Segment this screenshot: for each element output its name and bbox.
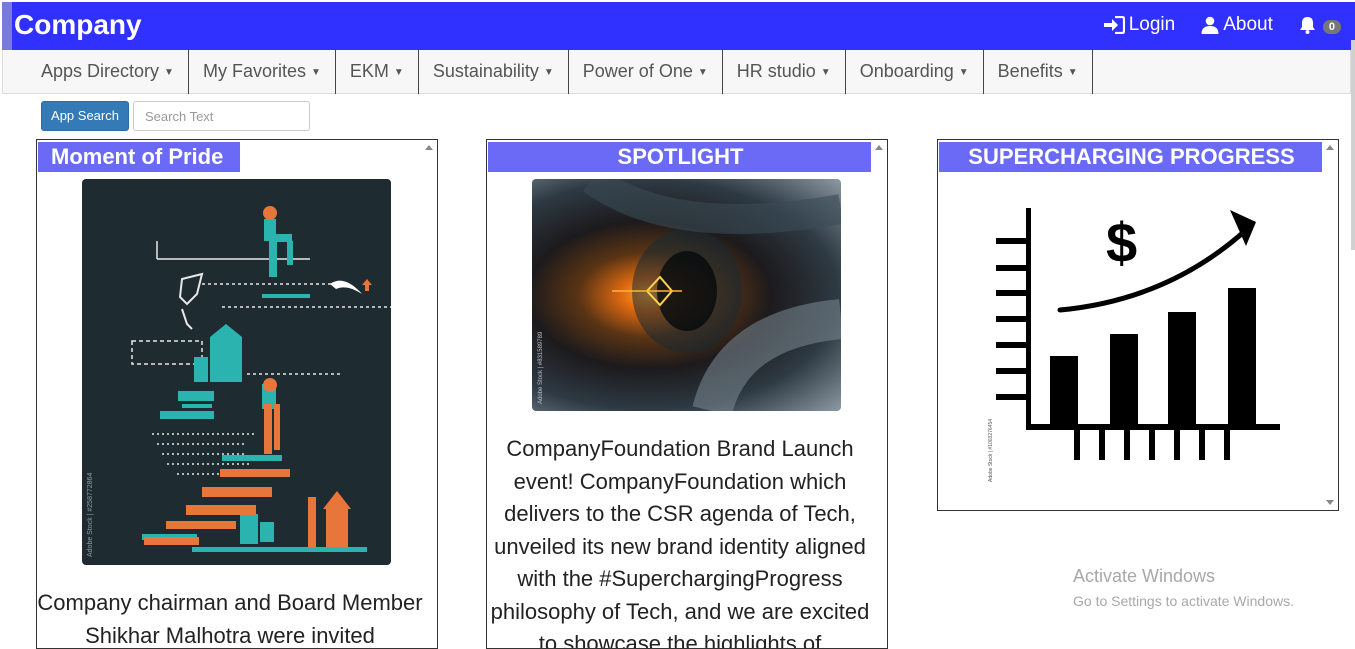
scroll-up-icon [1326,145,1334,150]
spotlight-text: CompanyFoundation Brand Launch event! Co… [490,436,870,649]
panel-scrollbar[interactable] [871,140,887,648]
spotlight-panel: SPOTLIGHT Adobe Stock | #831589789 Compa… [486,139,888,649]
caret-down-icon: ▼ [164,67,174,78]
caret-down-icon: ▼ [820,67,831,78]
progress-chart-illustration: $ Adobe Stock | #1003276454 [968,190,1298,490]
menu-onboarding[interactable]: Onboarding ▼ [846,50,984,94]
scroll-up-icon [425,145,433,150]
bell-icon [1299,16,1316,34]
app-search-button[interactable]: App Search [41,101,129,131]
menu-hr-studio[interactable]: HR studio ▼ [723,50,846,94]
notification-badge: 0 [1322,20,1341,34]
scroll-down-icon [1326,500,1334,505]
menu-my-favorites[interactable]: My Favorites ▼ [189,50,336,94]
login-link[interactable]: Login [1103,14,1176,36]
notifications-button[interactable]: 0 [1299,16,1341,34]
panel-title: Moment of Pride [38,142,240,172]
menu-apps-directory[interactable]: Apps Directory ▼ [27,50,189,94]
about-link[interactable]: About [1201,14,1273,36]
caret-down-icon: ▼ [1067,67,1078,78]
top-nav-links: Login About 0 [1103,14,1341,36]
top-navbar: Company Login About 0 [2,2,1355,50]
menu-list: Apps Directory ▼ My Favorites ▼ EKM ▼ Susta… [27,50,1093,94]
panel-title: SPOTLIGHT [488,142,873,172]
menu-ekm[interactable]: EKM ▼ [336,50,419,94]
progress-stock-id: Adobe Stock | #1003276454 [988,419,994,482]
caret-down-icon: ▼ [393,67,404,78]
login-icon [1103,16,1125,34]
page-scrollbar[interactable] [1351,40,1355,250]
app-search-row: App Search [41,101,310,131]
windows-activation-watermark: Activate Windows Go to Settings to activ… [1073,566,1294,609]
watermark-line-2: Go to Settings to activate Windows. [1073,593,1294,609]
main-menu-bar: Apps Directory ▼ My Favorites ▼ EKM ▼ Susta… [2,50,1351,94]
pride-image: Adobe Stock | #258772864 [82,179,391,565]
menu-power-of-one[interactable]: Power of One ▼ [569,50,723,94]
watermark-line-1: Activate Windows [1073,566,1216,586]
pride-text: Company chairman and Board Member Shikha… [37,590,423,648]
panel-scrollbar[interactable] [1322,140,1338,510]
caret-down-icon: ▼ [310,67,321,78]
about-label: About [1223,14,1273,35]
panel-title: SUPERCHARGING PROGRESS [939,142,1324,172]
panel-scrollbar[interactable] [421,140,437,648]
pride-stock-id: Adobe Stock | #258772864 [87,473,94,557]
dollar-sign-icon: $ [1106,211,1137,274]
spotlight-stock-id: Adobe Stock | #831589789 [538,331,544,404]
search-input[interactable] [133,101,310,131]
caret-down-icon: ▼ [958,67,969,78]
spotlight-image: Adobe Stock | #831589789 [532,179,841,411]
moment-of-pride-panel: Moment of Pride Adobe Stock | #258772864… [36,139,438,649]
user-icon [1201,16,1219,34]
supercharging-progress-panel: SUPERCHARGING PROGRESS $ Adobe Stock | #… [937,139,1339,511]
login-label: Login [1128,14,1176,35]
scroll-up-icon [875,145,883,150]
caret-down-icon: ▼ [543,67,554,78]
menu-sustainability[interactable]: Sustainability ▼ [419,50,569,94]
menu-benefits[interactable]: Benefits ▼ [984,50,1093,94]
caret-down-icon: ▼ [697,67,708,78]
brand-title[interactable]: Company [14,9,142,41]
